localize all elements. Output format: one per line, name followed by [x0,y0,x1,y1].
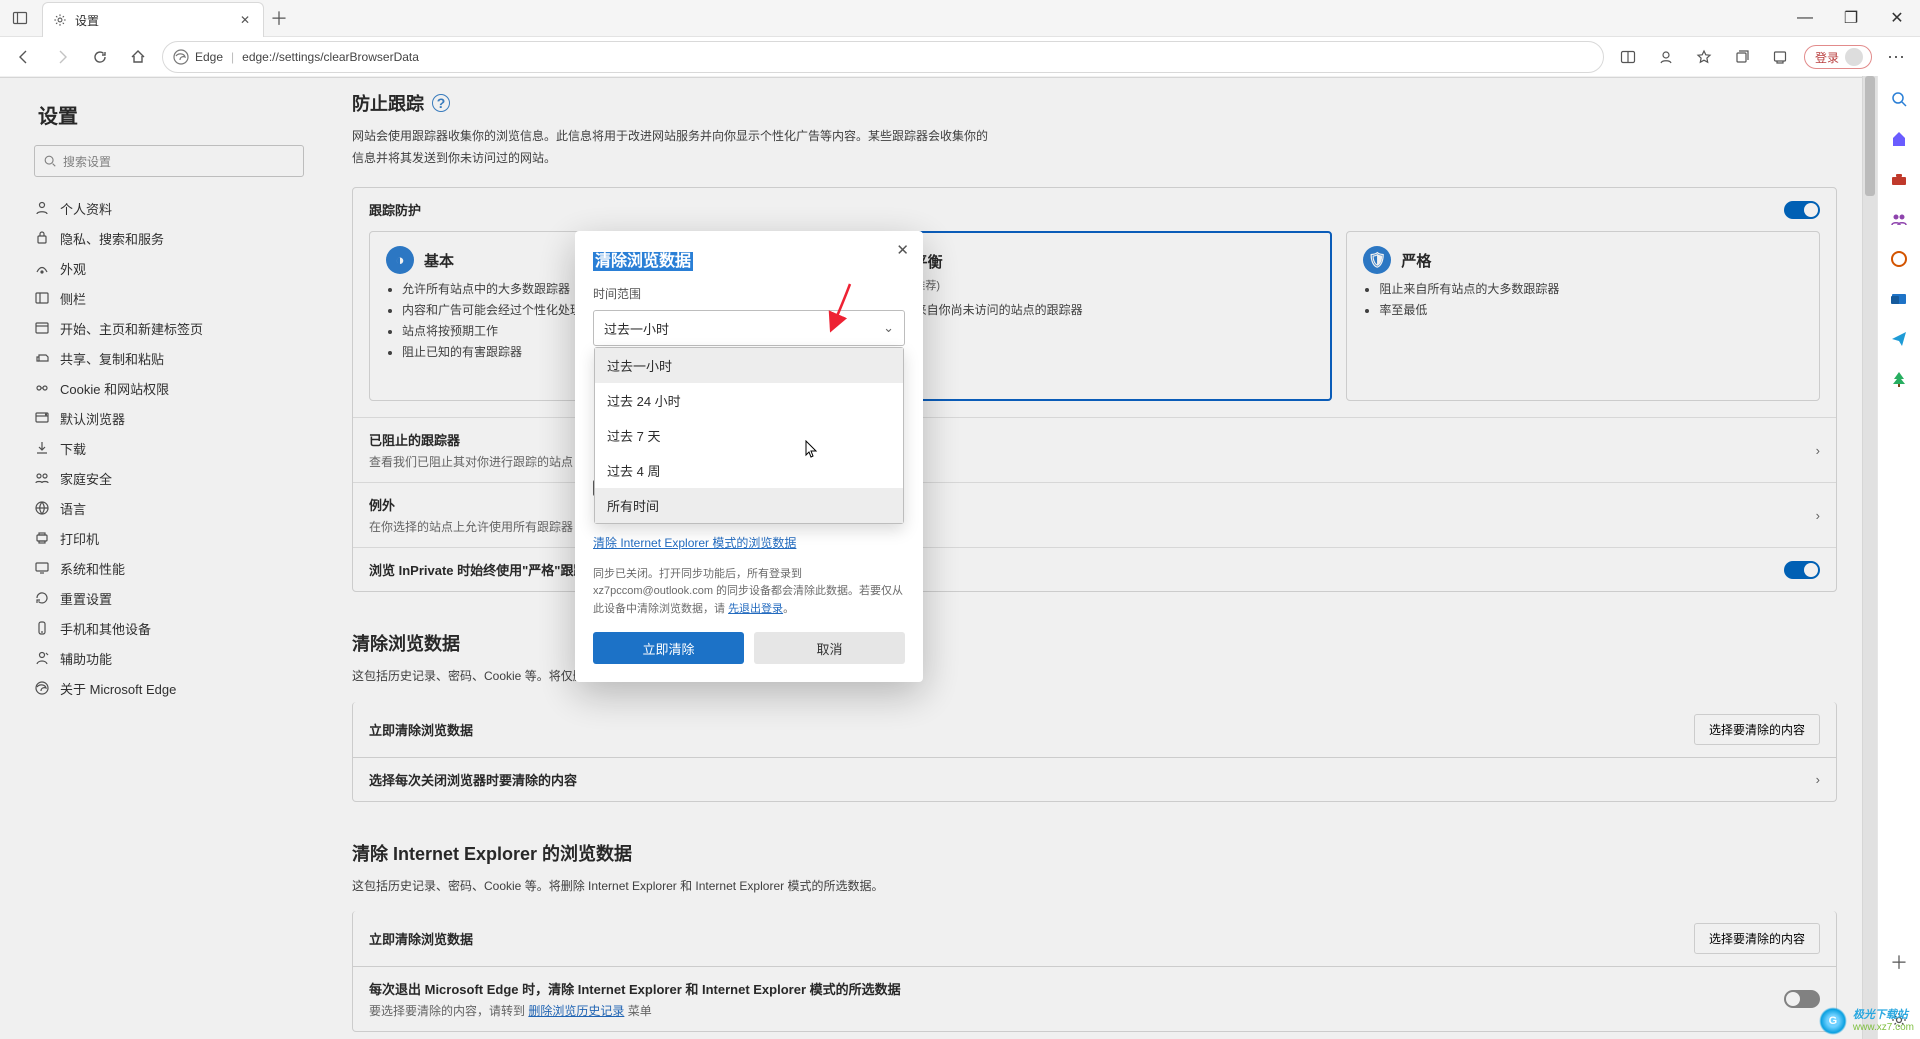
clear-now-button[interactable]: 立即清除 [593,632,744,664]
watermark: G 极光下载站 www.xz7.com [1819,1007,1914,1035]
home-button[interactable] [124,43,152,71]
more-menu-button[interactable]: ⋯ [1882,43,1910,71]
window-maximize-button[interactable]: ❐ [1828,0,1874,36]
sign-out-first-link[interactable]: 先退出登录 [728,603,783,615]
modal-dimmer [0,76,1877,1039]
mouse-cursor-icon [805,440,818,458]
time-range-label: 时间范围 [593,285,905,302]
dialog-title: 清除浏览数据 [593,252,693,271]
browser-sidebar: ＋ [1877,76,1920,1039]
window-minimize-button[interactable]: — [1782,0,1828,36]
new-tab-button[interactable]: ＋ [264,0,294,36]
tab-close-button[interactable]: ✕ [237,13,253,27]
search-icon[interactable] [1890,90,1908,108]
tab-actions-icon[interactable] [6,4,34,32]
read-aloud-icon[interactable] [1652,43,1680,71]
window-close-button[interactable]: ✕ [1874,0,1920,36]
toolbox-icon[interactable] [1890,170,1908,188]
sync-note: 同步已关闭。打开同步功能后，所有登录到 xz7pccom@outlook.com… [593,566,905,619]
chevron-down-icon: ⌄ [883,320,894,336]
time-range-select[interactable]: 过去一小时 ⌄ 过去一小时过去 24 小时过去 7 天过去 4 周所有时间 [593,310,905,346]
forward-button [48,43,76,71]
browser-tab[interactable]: 设置 ✕ [42,2,264,37]
back-button[interactable] [10,43,38,71]
address-url: edge://settings/clearBrowserData [242,50,419,64]
tree-icon[interactable] [1890,370,1908,388]
avatar-icon [1845,48,1863,66]
office-icon[interactable] [1890,250,1908,268]
time-range-option-1[interactable]: 过去 24 小时 [595,383,903,418]
gear-icon [53,13,67,27]
time-range-option-2[interactable]: 过去 7 天 [595,418,903,453]
people-icon[interactable] [1890,210,1908,228]
clear-browsing-data-dialog: ✕ 清除浏览数据 时间范围 过去一小时 ⌄ 过去一小时过去 24 小时过去 7 … [575,231,923,682]
favorites-star-icon[interactable] [1690,43,1718,71]
clear-ie-mode-data-link[interactable]: 清除 Internet Explorer 模式的浏览数据 [593,536,796,550]
time-range-dropdown: 过去一小时过去 24 小时过去 7 天过去 4 周所有时间 [594,347,904,524]
shopping-icon[interactable] [1890,130,1908,148]
login-button[interactable]: 登录 [1804,45,1872,69]
refresh-button[interactable] [86,43,114,71]
collections-icon[interactable] [1728,43,1756,71]
address-bar[interactable]: Edge | edge://settings/clearBrowserData [162,41,1604,73]
time-range-option-4[interactable]: 所有时间 [595,488,903,523]
send-icon[interactable] [1890,330,1908,348]
split-screen-icon[interactable] [1614,43,1642,71]
cancel-button[interactable]: 取消 [754,632,905,664]
browser-essentials-icon[interactable] [1766,43,1794,71]
outlook-icon[interactable] [1890,290,1908,308]
tab-title: 设置 [75,12,99,29]
sidebar-add-button[interactable]: ＋ [1890,949,1908,975]
time-range-option-0[interactable]: 过去一小时 [595,348,903,383]
address-prefix: Edge [195,50,223,64]
dialog-close-button[interactable]: ✕ [896,241,909,259]
time-range-option-3[interactable]: 过去 4 周 [595,453,903,488]
edge-icon [173,49,189,65]
